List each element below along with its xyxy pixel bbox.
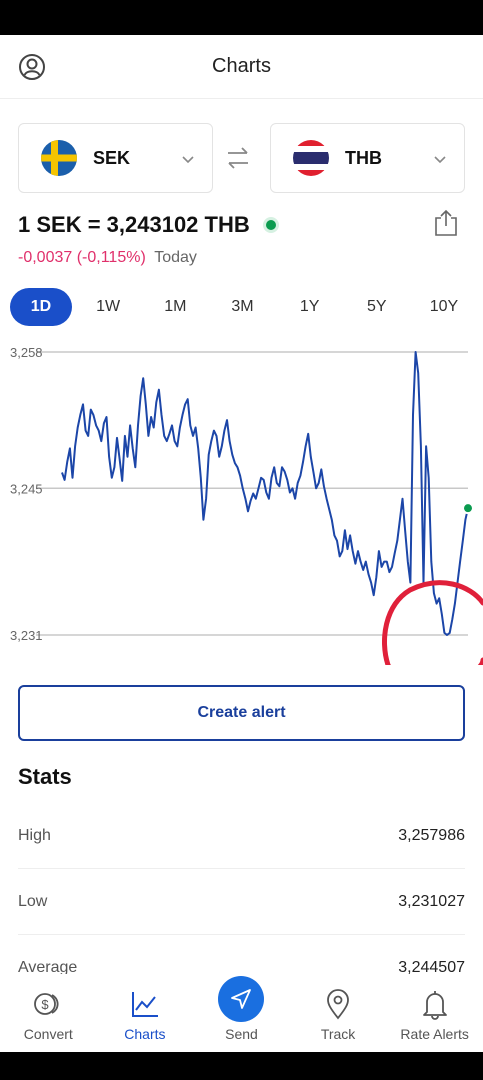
period-tab-1m[interactable]: 1M [144, 288, 206, 326]
nav-label: Track [320, 1026, 356, 1042]
nav-convert[interactable]: $ Convert [0, 988, 96, 1042]
rate-change: -0,0037 (-0,115%) Today [18, 249, 197, 267]
rate-chart[interactable]: 3,258 3,245 3,231 [0, 335, 483, 665]
stats-title: Stats [18, 764, 72, 789]
send-icon [218, 976, 265, 1022]
share-icon[interactable] [433, 209, 459, 237]
period-selector: 1D 1W 1M 3M 1Y 5Y 10Y [10, 288, 475, 326]
nav-label: Charts [124, 1026, 166, 1042]
chevron-down-icon [434, 156, 446, 164]
nav-track[interactable]: Track [290, 988, 386, 1042]
svg-text:$: $ [42, 997, 50, 1012]
stat-label: Low [18, 892, 48, 910]
convert-icon: $ [34, 993, 59, 1015]
currency-selectors: SEK THB [18, 123, 465, 193]
to-currency-select[interactable]: THB [270, 123, 465, 193]
period-tab-1d[interactable]: 1D [10, 288, 72, 326]
y-tick-label: 3,245 [10, 481, 43, 496]
rate-change-value: -0,0037 (-0,115%) [18, 249, 146, 266]
exchange-rate: 1 SEK = 3,243102 THB [18, 212, 276, 238]
charts-screen: Charts SEK THB 1 SEK = 3,243102 THB -0,0… [0, 35, 483, 1052]
rate-change-period: Today [154, 249, 197, 266]
stat-label: High [18, 826, 51, 844]
to-currency-code: THB [345, 147, 382, 168]
charts-icon [131, 992, 158, 1017]
bell-icon [422, 991, 447, 1020]
live-indicator [265, 220, 276, 230]
exchange-rate-text: 1 SEK = 3,243102 THB [18, 212, 250, 237]
from-currency-select[interactable]: SEK [18, 123, 213, 193]
nav-rate-alerts[interactable]: Rate Alerts [387, 988, 483, 1042]
chevron-down-icon [182, 156, 194, 164]
nav-label: Convert [23, 1026, 73, 1042]
period-tab-5y[interactable]: 5Y [346, 288, 408, 326]
period-tab-3m[interactable]: 3M [211, 288, 273, 326]
period-tab-1y[interactable]: 1Y [279, 288, 341, 326]
y-tick-label: 3,258 [10, 345, 43, 360]
stat-value: 3,231027 [398, 892, 465, 910]
y-tick-label: 3,231 [10, 628, 43, 643]
thailand-flag-icon [293, 140, 329, 176]
nav-label: Rate Alerts [400, 1026, 469, 1042]
bottom-nav: $ Convert Charts Send Track Rate Alerts [0, 974, 483, 1052]
track-icon [327, 989, 349, 1020]
create-alert-button[interactable]: Create alert [18, 685, 465, 741]
stat-row-high: High 3,257986 [18, 803, 465, 869]
from-currency-code: SEK [93, 147, 131, 168]
nav-label: Send [225, 1026, 258, 1042]
current-point [462, 502, 474, 515]
period-tab-10y[interactable]: 10Y [413, 288, 475, 326]
sweden-flag-icon [41, 140, 77, 176]
nav-charts[interactable]: Charts [97, 988, 193, 1042]
page-title: Charts [212, 55, 271, 77]
profile-icon[interactable] [18, 53, 46, 81]
period-tab-1w[interactable]: 1W [77, 288, 139, 326]
stat-row-low: Low 3,231027 [18, 869, 465, 935]
system-bar [0, 1052, 483, 1080]
stat-value: 3,257986 [398, 826, 465, 844]
nav-send[interactable]: Send [193, 976, 289, 1042]
top-bar: Charts [0, 35, 483, 99]
swap-icon[interactable] [223, 143, 253, 173]
